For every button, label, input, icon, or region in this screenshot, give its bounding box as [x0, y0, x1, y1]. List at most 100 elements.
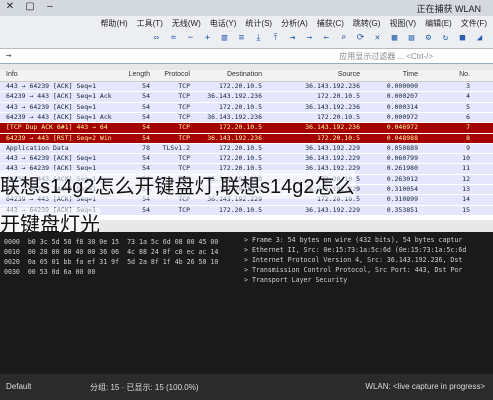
detail-tree-item[interactable]: > Transport Layer Security [244, 276, 347, 284]
hex-line[interactable]: 0020 0a 05 01 bb fa ef 31 9f 5d 2a 8f 1f… [4, 258, 218, 266]
packet-cell-no: 10 [462, 154, 470, 163]
column-header[interactable]: Destination [227, 71, 262, 78]
column-header[interactable]: Info [6, 71, 18, 78]
menu-item[interactable]: 跳转(G) [353, 18, 381, 29]
column-header[interactable]: No. [459, 71, 470, 78]
column-header[interactable]: Length [129, 71, 150, 78]
search-icon[interactable]: ⌕ [338, 33, 349, 44]
zoom-out-icon[interactable]: − [185, 33, 196, 44]
packet-cell-proto: TCP [178, 133, 190, 142]
packet-cell-len: 54 [142, 102, 150, 111]
profile-label[interactable]: Default [6, 382, 31, 391]
back-icon[interactable]: ← [321, 33, 332, 44]
packet-cell-no: 3 [466, 82, 470, 90]
display-filter-input[interactable]: 应用显示过滤器 ... <Ctrl-/> [339, 51, 433, 62]
colorize-icon[interactable]: ▥ [219, 33, 230, 44]
packet-row[interactable]: 10 0.060799 36.143.192.229 172.20.10.5 TCP 54… [0, 154, 493, 164]
packet-row[interactable]: 6 0.000972 172.20.10.5 36.143.192.236 TCP 54 6… [0, 112, 493, 123]
packet-cell-len: 54 [142, 205, 150, 214]
packet-cell-no: 5 [466, 102, 470, 111]
packet-row[interactable]: 4 0.000207 172.20.10.5 36.143.192.236 TCP 54 6… [0, 92, 493, 102]
capture-status: WLAN: <live capture in progress> [365, 382, 485, 391]
packet-cell-time: 0.263012 [386, 174, 418, 183]
menu-item[interactable]: 视图(V) [389, 18, 416, 29]
packet-details-pane: > Frame 3: 54 bytes on wire (432 bits), … [238, 232, 493, 374]
column-header[interactable]: Protocol [164, 71, 190, 78]
zoom-reset-icon[interactable]: = [168, 33, 179, 44]
menu-item[interactable]: 编辑(E) [425, 18, 452, 29]
packet-cell-len: 54 [142, 154, 150, 163]
first-icon[interactable]: ⤒ [270, 33, 281, 44]
close-icon[interactable]: ✕ [4, 1, 16, 13]
menu-item[interactable]: 分析(A) [281, 18, 308, 29]
packet-row[interactable]: 5 0.000314 36.143.192.236 172.20.10.5 TCP 54 4… [0, 102, 493, 112]
packet-row[interactable]: 7 0.046972 36.143.192.236 172.20.10.5 TCP 54 [… [0, 123, 493, 133]
detail-tree-item[interactable]: > Frame 3: 54 bytes on wire (432 bits), … [244, 236, 462, 244]
hex-line[interactable]: 0000 b0 3c 5d 58 f8 30 0e 15 73 1a 5c 6d… [4, 238, 218, 246]
packet-cell-len: 54 [142, 133, 150, 142]
menu-item[interactable]: 工具(T) [137, 18, 163, 29]
packet-cell-time: 0.000972 [386, 112, 418, 121]
menu-item[interactable]: 文件(F) [461, 18, 487, 29]
packet-count: 分组: 15 · 已显示: 15 (100.0%) [90, 383, 199, 392]
packet-cell-proto: TCP [178, 205, 190, 214]
menu-bar: 文件(F) 编辑(E) 视图(V) 跳转(G) 捕获(C) 分析(A) 统计(S) 电话(Y)… [0, 16, 493, 30]
menu-item[interactable]: 捕获(C) [317, 18, 344, 29]
packet-cell-no: 14 [462, 195, 470, 204]
menu-item[interactable]: 无线(W) [172, 18, 201, 29]
last-icon[interactable]: ⤓ [253, 33, 264, 44]
restart-icon[interactable]: ↻ [440, 33, 451, 44]
column-header[interactable]: Time [403, 71, 418, 78]
packet-cell-len: 54 [142, 112, 150, 121]
packet-cell-len: 54 [142, 82, 150, 90]
display-filter-bar[interactable]: → 应用显示过滤器 ... <Ctrl-/> [0, 49, 493, 64]
column-header[interactable]: Source [338, 71, 360, 78]
packet-cell-proto: TCP [178, 102, 190, 111]
menu-item[interactable]: 帮助(H) [101, 18, 128, 29]
packet-row[interactable]: 8 0.048988 172.20.10.5 36.143.192.236 TCP 54 6… [0, 133, 493, 143]
menu-item[interactable]: 统计(S) [245, 18, 272, 29]
packet-cell-src: 36.143.192.229 [305, 205, 360, 214]
open-icon[interactable]: ▤ [406, 33, 417, 44]
packet-cell-len: 78 [142, 143, 150, 152]
packet-cell-proto: TCP [178, 154, 190, 163]
menu-item[interactable]: 电话(Y) [210, 18, 237, 29]
filter-arrow-icon[interactable]: → [6, 51, 11, 61]
packet-cell-no: 13 [462, 185, 470, 193]
forward-icon[interactable]: → [304, 33, 315, 44]
autoscroll-icon[interactable]: ≡ [236, 33, 247, 44]
packet-cell-no: 15 [462, 205, 470, 214]
hex-line[interactable]: 0010 00 28 00 00 40 00 36 06 4c 88 24 8f… [4, 248, 218, 256]
hex-line[interactable]: 0030 00 53 0d 6a 00 00 [4, 268, 95, 276]
stop-icon[interactable]: ■ [457, 33, 468, 44]
title-bar: ✕ ▢ – 正在捕获 WLAN [0, 0, 493, 16]
main-toolbar: ◢ ■ ↻ ⚙ ▤ ▦ ✕ ⟳ ⌕ ← → ⇥ ⤒ ⤓ ≡ ▥ + − = ⇔ [0, 30, 493, 49]
gear-icon[interactable]: ⚙ [423, 33, 434, 44]
packet-row[interactable]: 3 0.000000 36.143.192.236 172.20.10.5 TCP 54 4… [0, 82, 493, 92]
packet-row[interactable]: 9 0.050889 36.143.192.229 172.20.10.5 TLSv1.… [0, 143, 493, 154]
close-file-icon[interactable]: ✕ [372, 33, 383, 44]
detail-tree-item[interactable]: > Ethernet II, Src: 0e:15:73:1a:5c:6d (0… [244, 246, 466, 254]
resize-columns-icon[interactable]: ⇔ [151, 33, 162, 44]
packet-cell-time: 0.050889 [386, 143, 418, 152]
maximize-icon[interactable]: ▢ [24, 1, 36, 13]
overlay-caption-line1: 联想s14g2怎么开键盘灯,联想s14g2怎么 [0, 170, 355, 199]
packet-cell-info: 64239 → 443 [ACK] Seq=1 Ack [6, 112, 112, 121]
packet-cell-time: 0.000000 [386, 82, 418, 90]
save-icon[interactable]: ▦ [389, 33, 400, 44]
packet-cell-time: 0.048988 [386, 133, 418, 142]
shark-fin-icon[interactable]: ◢ [474, 33, 485, 44]
detail-tree-item[interactable]: > Internet Protocol Version 4, Src: 36.1… [244, 256, 462, 264]
packet-cell-time: 0.353851 [386, 205, 418, 214]
packet-cell-dst: 172.20.10.5 [218, 82, 262, 90]
packet-cell-proto: TLSv1.2 [162, 143, 190, 152]
packet-cell-no: 12 [462, 174, 470, 183]
detail-tree-item[interactable]: > Transmission Control Protocol, Src Por… [244, 266, 462, 274]
reload-icon[interactable]: ⟳ [355, 33, 366, 44]
jump-icon[interactable]: ⇥ [287, 33, 298, 44]
packet-cell-no: 7 [466, 123, 470, 132]
zoom-in-icon[interactable]: + [202, 33, 213, 44]
packet-cell-info: [TCP Dup ACK 6#1] 443 → 64 [6, 123, 108, 132]
packet-cell-src: 36.143.192.229 [305, 143, 360, 152]
minimize-icon[interactable]: – [44, 1, 56, 13]
